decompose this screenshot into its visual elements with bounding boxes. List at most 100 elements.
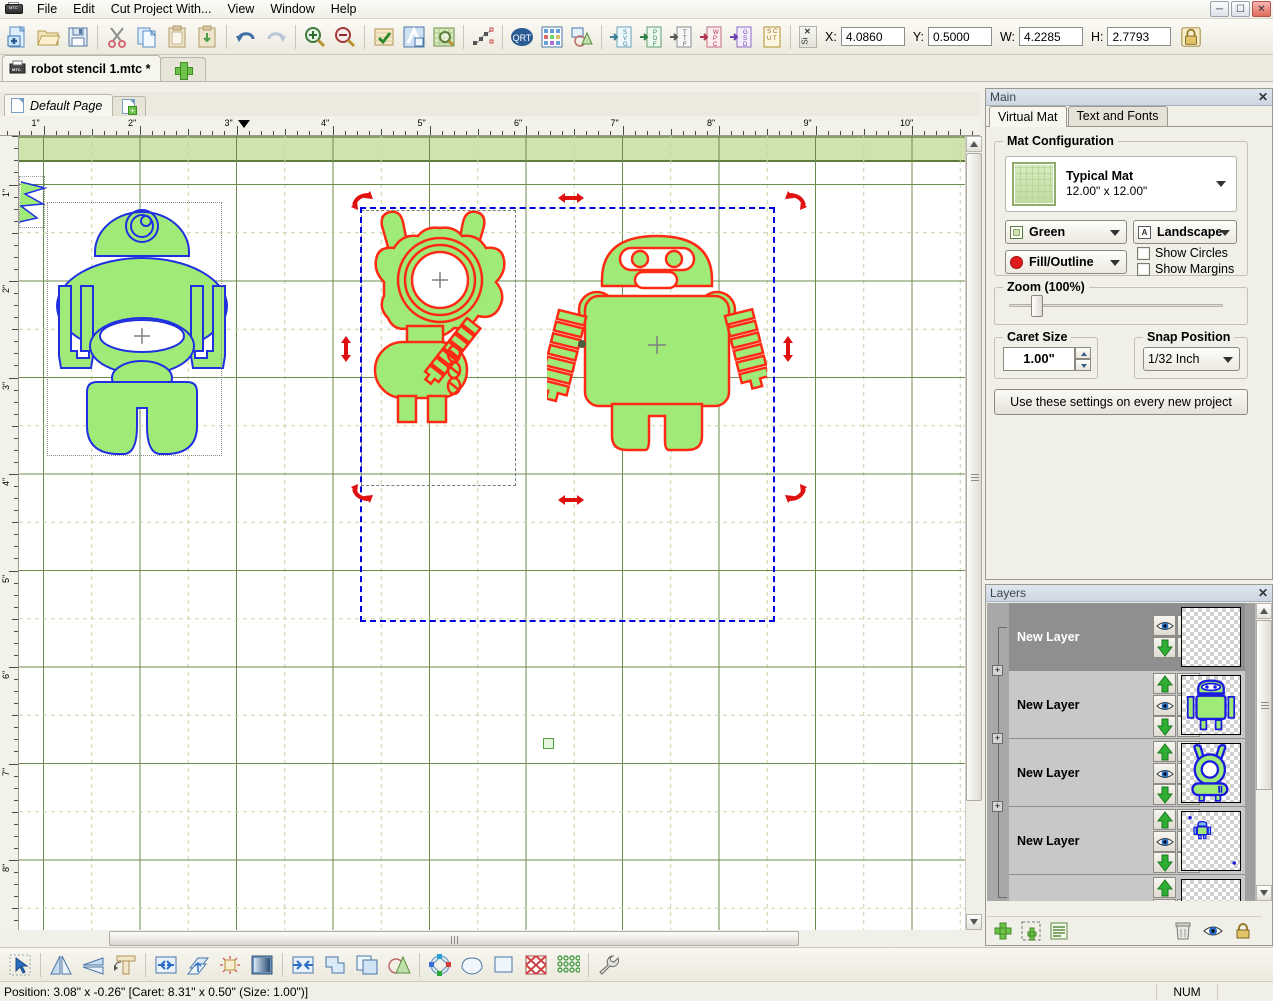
weld-icon[interactable]	[400, 22, 428, 52]
size-lock-icon[interactable]: ✕Si	[799, 26, 817, 48]
vertical-scroll-thumb[interactable]	[966, 153, 982, 801]
menu-help[interactable]: Help	[323, 0, 365, 18]
move-layer-up-icon[interactable]	[1153, 809, 1176, 830]
import-gsd-icon[interactable]: GSD	[727, 22, 755, 52]
import-pdf-icon[interactable]: PDF	[637, 22, 665, 52]
join-icon[interactable]	[288, 951, 318, 979]
zoom-out-icon[interactable]	[331, 22, 359, 52]
move-layer-up-icon[interactable]	[1153, 741, 1176, 762]
layer-visibility-icon[interactable]	[1153, 763, 1176, 784]
layer-properties-button[interactable]	[1047, 919, 1071, 943]
mat-color-select[interactable]: Green	[1005, 220, 1127, 244]
layers-scroll-up-button[interactable]	[1256, 603, 1272, 619]
layer-row-3[interactable]: New Layer	[1009, 739, 1245, 807]
padlock-icon[interactable]	[1177, 22, 1205, 52]
shear-icon[interactable]	[183, 951, 213, 979]
lattice-icon[interactable]	[521, 951, 551, 979]
move-layer-down-icon[interactable]	[1153, 784, 1176, 805]
flip-vertical-icon[interactable]	[78, 951, 108, 979]
vertical-ruler[interactable]: 1"2"3"4"5"6"7"8"	[0, 136, 19, 930]
horizontal-scroll-thumb[interactable]	[109, 931, 799, 946]
align-top-icon[interactable]	[110, 951, 140, 979]
chevron-down-icon[interactable]	[1223, 357, 1233, 363]
chevron-down-icon[interactable]	[1220, 230, 1230, 236]
menu-window[interactable]: Window	[262, 0, 322, 18]
scroll-down-button[interactable]	[966, 914, 982, 930]
draw-freehand-icon[interactable]	[457, 951, 487, 979]
resize-handle-bottom[interactable]	[558, 494, 584, 509]
redo-icon[interactable]	[262, 22, 290, 52]
rectangle-icon[interactable]	[489, 951, 519, 979]
layer-visibility-icon[interactable]	[1153, 899, 1176, 901]
shape-merge-icon[interactable]	[568, 22, 596, 52]
cut-scissors-icon[interactable]	[103, 22, 131, 52]
layer-thumbnail-2[interactable]	[1181, 675, 1241, 735]
copy-icon[interactable]	[133, 22, 161, 52]
rotate-handles-icon[interactable]	[425, 951, 455, 979]
expand-layer-3[interactable]: +	[992, 733, 1003, 744]
x-position-field[interactable]	[841, 27, 905, 46]
chevron-down-icon[interactable]	[1110, 260, 1120, 266]
add-layer-from-selection-button[interactable]	[1019, 919, 1043, 943]
maximize-button[interactable]: ☐	[1231, 1, 1250, 17]
width-field[interactable]	[1019, 27, 1083, 46]
menu-edit[interactable]: Edit	[65, 0, 103, 18]
preview-magnifier-icon[interactable]	[430, 22, 458, 52]
layers-scroll-thumb[interactable]	[1256, 620, 1272, 790]
add-page-tab-button[interactable]: +	[112, 96, 146, 116]
use-settings-default-button[interactable]: Use these settings on every new project	[994, 389, 1248, 415]
main-panel-close-icon[interactable]: ✕	[1258, 89, 1268, 105]
layer-row-2[interactable]: New Layer	[1009, 671, 1245, 739]
caret-size-field[interactable]: 1.00"	[1003, 347, 1075, 371]
center-icon[interactable]	[215, 951, 245, 979]
layer-thumbnail-default[interactable]	[1181, 879, 1241, 901]
import-wpc-icon[interactable]: WPC	[697, 22, 725, 52]
add-document-tab-button[interactable]	[160, 57, 206, 81]
layer-visibility-icon[interactable]	[1153, 615, 1176, 636]
paste-icon[interactable]	[163, 22, 191, 52]
page-tab-default[interactable]: Default Page	[4, 94, 113, 116]
import-svg-icon[interactable]: SVG	[607, 22, 635, 52]
distribute-horizontal-icon[interactable]	[151, 951, 181, 979]
menu-view[interactable]: View	[219, 0, 262, 18]
gradient-fill-icon[interactable]	[247, 951, 277, 979]
undo-icon[interactable]	[232, 22, 260, 52]
horizontal-ruler[interactable]: 1"2"3"4"5"6"7"8"9"10"	[0, 117, 980, 136]
layers-vertical-scrollbar[interactable]	[1255, 603, 1271, 901]
paste-special-icon[interactable]	[193, 22, 221, 52]
shape-blend-icon[interactable]	[384, 951, 414, 979]
toggle-all-visibility-button[interactable]	[1201, 919, 1225, 943]
layers-panel-close-icon[interactable]: ✕	[1258, 585, 1268, 601]
show-margins-row[interactable]: Show Margins	[1137, 262, 1234, 276]
zoom-slider-thumb[interactable]	[1031, 295, 1043, 317]
menu-file[interactable]: File	[29, 0, 65, 18]
tab-virtual-mat[interactable]: Virtual Mat	[989, 106, 1067, 127]
design-canvas[interactable]	[19, 136, 965, 930]
import-ttf-icon[interactable]: TTF	[667, 22, 695, 52]
mat-dropdown-caret-icon[interactable]	[1216, 181, 1226, 187]
menu-cut-project-with[interactable]: Cut Project With...	[103, 0, 220, 18]
node-edit-icon[interactable]	[469, 22, 497, 52]
canvas-vertical-scrollbar[interactable]	[965, 136, 981, 930]
tab-text-and-fonts[interactable]: Text and Fonts	[1068, 106, 1168, 126]
snap-position-select[interactable]: 1/32 Inch	[1143, 347, 1240, 371]
layer-row-default[interactable]: Default Layer	[1009, 875, 1245, 901]
resize-handle-top[interactable]	[558, 192, 584, 207]
move-layer-up-icon[interactable]	[1153, 877, 1176, 898]
layer-thumbnail-3[interactable]	[1181, 743, 1241, 803]
zoom-in-icon[interactable]	[301, 22, 329, 52]
open-folder-icon[interactable]	[34, 22, 62, 52]
mat-selector[interactable]: Typical Mat 12.00" x 12.00"	[1005, 156, 1237, 212]
move-layer-down-icon[interactable]	[1153, 852, 1176, 873]
mat-render-select[interactable]: Fill/Outline	[1005, 250, 1127, 274]
expand-layer-2[interactable]: +	[992, 665, 1003, 676]
scroll-up-button[interactable]	[966, 136, 982, 152]
check-sheet-icon[interactable]	[370, 22, 398, 52]
caret-size-decrement-icon[interactable]	[1075, 359, 1091, 371]
canvas-horizontal-scrollbar[interactable]	[19, 930, 965, 947]
show-circles-checkbox[interactable]	[1137, 247, 1150, 260]
art-library-icon[interactable]: QRT	[508, 22, 536, 52]
show-margins-checkbox[interactable]	[1137, 263, 1150, 276]
save-icon[interactable]	[64, 22, 92, 52]
rotate-handle-bottom-right[interactable]	[785, 483, 807, 506]
